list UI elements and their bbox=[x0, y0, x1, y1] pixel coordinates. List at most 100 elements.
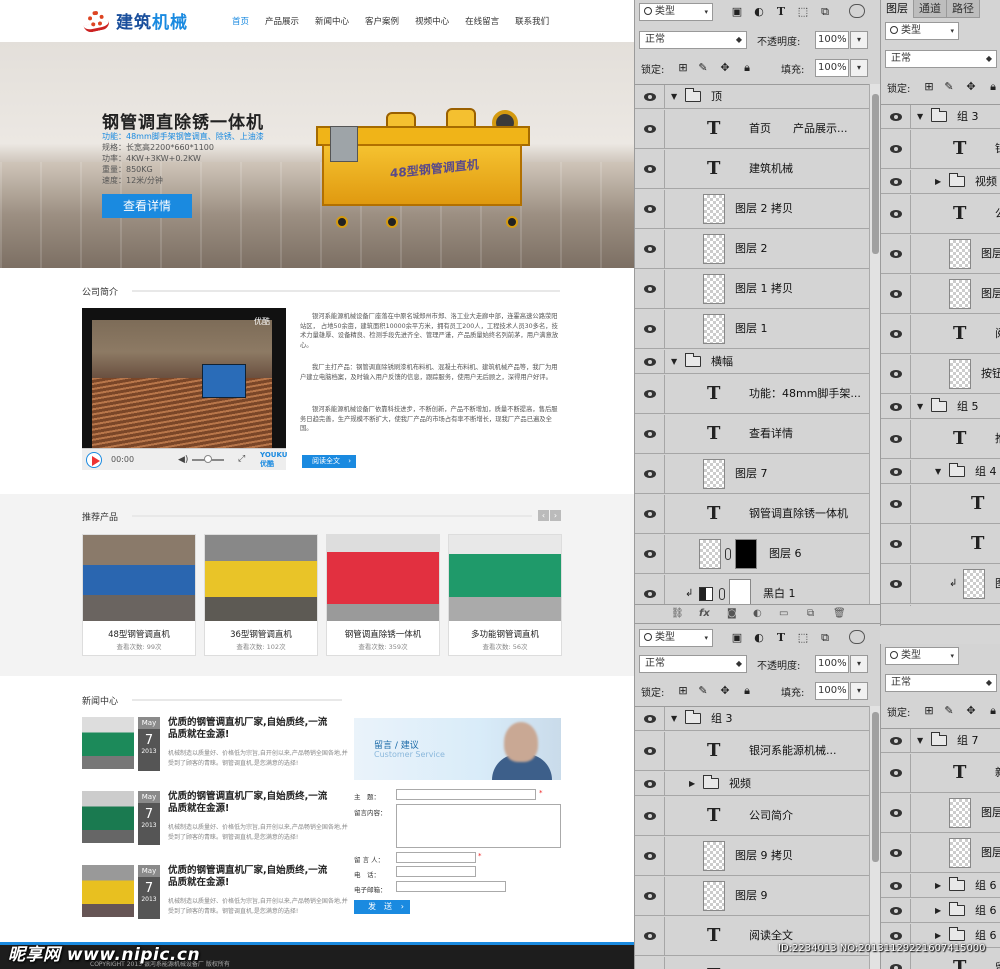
nav-news[interactable]: 新闻中心 bbox=[307, 15, 357, 27]
lock-all-icon[interactable]: 🔒︎ bbox=[987, 81, 999, 93]
lock-brush-icon[interactable]: ✎ bbox=[943, 81, 955, 93]
visibility-eye-icon[interactable] bbox=[881, 874, 911, 897]
visibility-eye-icon[interactable] bbox=[881, 395, 911, 418]
shape-filter-icon[interactable]: ⬚ bbox=[797, 632, 809, 644]
layer-row[interactable]: 图层 2 拷贝 bbox=[635, 190, 869, 229]
site-logo[interactable]: 建筑机械 bbox=[83, 8, 188, 34]
lock-brush-icon[interactable]: ✎ bbox=[697, 685, 709, 697]
expand-right-icon[interactable]: ▶ bbox=[935, 931, 941, 940]
layer-row[interactable]: T 公司简 bbox=[881, 195, 1000, 234]
visibility-eye-icon[interactable] bbox=[635, 110, 665, 148]
visibility-eye-icon[interactable] bbox=[881, 729, 911, 752]
opacity-input[interactable]: 100% bbox=[815, 31, 849, 49]
expand-down-icon[interactable]: ▼ bbox=[917, 402, 923, 411]
visibility-eye-icon[interactable] bbox=[635, 797, 665, 835]
tab-layers[interactable]: 图层 bbox=[881, 0, 914, 18]
chain-link-icon[interactable] bbox=[719, 588, 725, 600]
lock-transparent-icon[interactable]: ⊞ bbox=[923, 81, 935, 93]
shape-filter-icon[interactable]: ⬚ bbox=[797, 6, 809, 18]
adjust-filter-icon[interactable]: ◐ bbox=[753, 6, 765, 18]
expand-right-icon[interactable]: ▶ bbox=[935, 881, 941, 890]
layer-row[interactable]: 图层 1 bbox=[635, 310, 869, 349]
opacity-dropdown-icon[interactable]: ▾ bbox=[850, 31, 868, 49]
filter-toggle-icon[interactable] bbox=[849, 630, 865, 644]
lock-all-icon[interactable]: 🔒︎ bbox=[741, 685, 753, 697]
mask-thumbnail[interactable] bbox=[729, 579, 751, 604]
lock-all-icon[interactable]: 🔒︎ bbox=[987, 705, 999, 717]
layer-row[interactable]: 图层 7 bbox=[635, 455, 869, 494]
mask-thumbnail[interactable] bbox=[735, 539, 757, 569]
type-filter-icon[interactable]: T bbox=[775, 6, 787, 18]
fill-input[interactable]: 100% bbox=[815, 59, 849, 77]
adjustment-icon[interactable]: ◐ bbox=[753, 608, 762, 619]
next-arrow-icon[interactable]: › bbox=[550, 510, 561, 521]
expand-right-icon[interactable]: ▶ bbox=[935, 906, 941, 915]
news-item[interactable]: May 7 2013 优质的钢管调直机厂家,自始质终,一流品质就在金源! 机械制造以… bbox=[82, 865, 382, 919]
news-item[interactable]: May 7 2013 优质的钢管调直机厂家,自始质终,一流品质就在金源! 机械制造以… bbox=[82, 717, 382, 771]
visibility-eye-icon[interactable] bbox=[635, 957, 665, 969]
expand-right-icon[interactable]: ▶ bbox=[935, 177, 941, 186]
nav-products[interactable]: 产品展示 bbox=[257, 15, 307, 27]
smart-filter-icon[interactable]: ⧉ bbox=[819, 632, 831, 644]
nav-home[interactable]: 首页 bbox=[224, 15, 257, 27]
expand-down-icon[interactable]: ▼ bbox=[917, 112, 923, 121]
layer-group-row[interactable]: ▼ 组 4 拷 bbox=[881, 460, 1000, 484]
lock-move-icon[interactable]: ✥ bbox=[965, 81, 977, 93]
tab-channels[interactable]: 通道 bbox=[914, 0, 947, 18]
layer-row[interactable]: T 首页 产品展示... bbox=[635, 110, 869, 149]
layer-group-row[interactable]: ▶ 视频 bbox=[881, 170, 1000, 194]
product-card[interactable]: 多功能钢管调直机 查看次数: 56次 bbox=[448, 534, 562, 656]
layer-group-row[interactable]: ▼ 组 3 bbox=[635, 707, 869, 731]
view-details-button[interactable]: 查看详情 bbox=[102, 194, 192, 218]
news-title[interactable]: 优质的钢管调直机厂家,自始质终,一流品质就在金源! bbox=[168, 865, 336, 889]
layer-row[interactable]: T 建筑机械 bbox=[635, 150, 869, 189]
visibility-eye-icon[interactable] bbox=[635, 150, 665, 188]
visibility-eye-icon[interactable] bbox=[881, 275, 911, 313]
layer-row[interactable]: 图层 6 bbox=[635, 535, 869, 574]
blend-mode-select[interactable]: 正常 ◆ bbox=[885, 674, 997, 692]
email-input[interactable] bbox=[396, 881, 506, 892]
blend-mode-select[interactable]: 正常 ◆ bbox=[639, 655, 747, 673]
layer-row[interactable]: T查 bbox=[881, 485, 1000, 524]
visibility-eye-icon[interactable] bbox=[635, 535, 665, 573]
visibility-eye-icon[interactable] bbox=[881, 754, 911, 792]
visibility-eye-icon[interactable] bbox=[635, 230, 665, 268]
layer-row[interactable]: T 银河系能源机械... bbox=[635, 732, 869, 771]
volume-knob[interactable] bbox=[204, 455, 212, 463]
visibility-eye-icon[interactable] bbox=[881, 420, 911, 458]
content-textarea[interactable] bbox=[396, 804, 561, 848]
layer-row[interactable]: T多 bbox=[881, 525, 1000, 564]
layer-row[interactable]: T 推荐产 bbox=[881, 420, 1000, 459]
nav-message[interactable]: 在线留言 bbox=[457, 15, 507, 27]
lock-all-icon[interactable]: 🔒︎ bbox=[741, 62, 753, 74]
send-button[interactable]: 发 送 bbox=[354, 900, 410, 914]
lock-transparent-icon[interactable]: ⊞ bbox=[923, 705, 935, 717]
expand-right-icon[interactable]: ▶ bbox=[689, 779, 695, 788]
type-filter-icon[interactable]: T bbox=[775, 632, 787, 644]
subject-input[interactable] bbox=[396, 789, 536, 800]
visibility-eye-icon[interactable] bbox=[881, 315, 911, 353]
layer-group-row[interactable]: ▶ 组 6 bbox=[881, 874, 1000, 898]
layer-row[interactable]: 图层 9 bbox=[881, 235, 1000, 274]
read-more-button[interactable]: 阅读全文 bbox=[302, 455, 356, 468]
visibility-eye-icon[interactable] bbox=[635, 917, 665, 955]
blend-mode-select[interactable]: 正常 ◆ bbox=[885, 50, 997, 68]
layer-group-row[interactable]: ▼ 横幅 bbox=[635, 350, 869, 374]
product-card[interactable]: 钢管调直除锈一体机 查看次数: 359次 bbox=[326, 534, 440, 656]
layer-scrollbar[interactable] bbox=[869, 706, 880, 969]
blend-mode-select[interactable]: 正常 ◆ bbox=[639, 31, 747, 49]
layer-row[interactable]: T 公司简介 bbox=[635, 797, 869, 836]
visibility-eye-icon[interactable] bbox=[635, 575, 665, 604]
smart-filter-icon[interactable]: ⧉ bbox=[819, 6, 831, 18]
visibility-eye-icon[interactable] bbox=[881, 195, 911, 233]
news-title[interactable]: 优质的钢管调直机厂家,自始质终,一流品质就在金源! bbox=[168, 717, 336, 741]
product-card[interactable]: 36型钢管调直机 查看次数: 102次 bbox=[204, 534, 318, 656]
layer-row[interactable]: 图层 bbox=[881, 605, 1000, 606]
visibility-eye-icon[interactable] bbox=[635, 495, 665, 533]
layer-row[interactable]: T银 bbox=[881, 130, 1000, 169]
layer-group-row[interactable]: ▼ 顶 bbox=[635, 85, 869, 109]
kind-filter[interactable]: 类型 ▾ bbox=[885, 647, 959, 665]
visibility-eye-icon[interactable] bbox=[881, 565, 911, 603]
filter-toggle-icon[interactable] bbox=[849, 4, 865, 18]
delete-icon[interactable]: 🗑︎ bbox=[833, 608, 846, 619]
